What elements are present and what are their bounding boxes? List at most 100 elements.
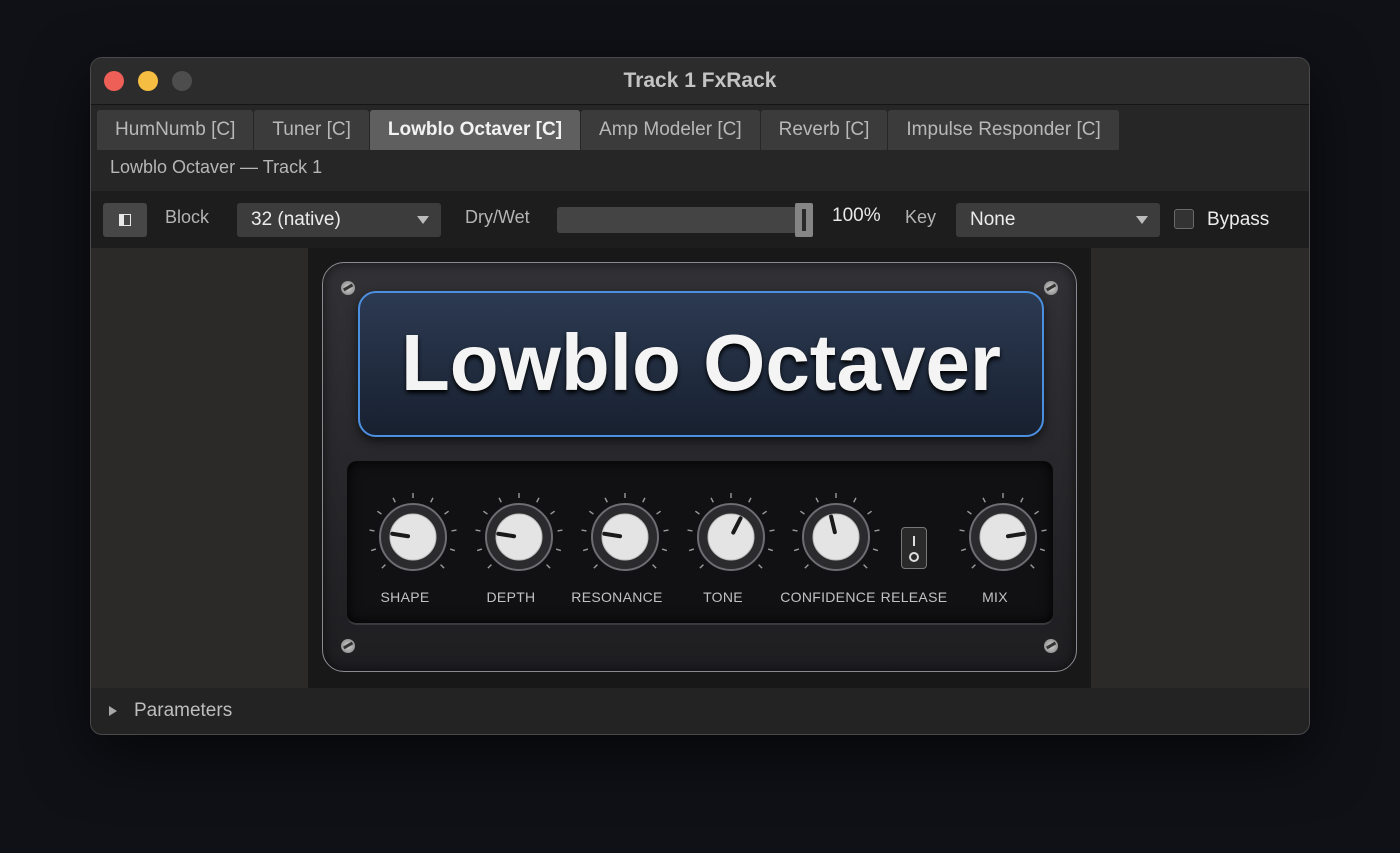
- knob-cap: [495, 513, 543, 561]
- knob-tick: [661, 548, 668, 552]
- knob-tick: [960, 548, 967, 552]
- knob-tick: [482, 510, 488, 515]
- knob-tick: [982, 497, 986, 503]
- knob-tick: [1041, 529, 1047, 532]
- knob-cap: [812, 513, 860, 561]
- knob-tick: [536, 497, 540, 503]
- knob-dial[interactable]: [369, 487, 457, 575]
- parameters-label[interactable]: Parameters: [134, 700, 232, 722]
- knob-tick: [694, 510, 700, 515]
- fxrack-window: Track 1 FxRack HumNumb [C] Tuner [C] Low…: [90, 57, 1310, 735]
- plugin-editor: Lowblo Octaver SHAPE DEPTH RESONANCE TONE CO…: [308, 248, 1091, 688]
- knob-tick: [971, 564, 976, 569]
- drywet-value: 100%: [832, 205, 881, 226]
- plugin-name: Lowblo Octaver: [400, 318, 1002, 407]
- plugin-name-display: Lowblo Octaver: [358, 291, 1044, 437]
- chevron-down-icon: [1136, 216, 1148, 224]
- key-select[interactable]: None: [956, 203, 1160, 237]
- block-size-select[interactable]: 32 (native): [237, 203, 441, 237]
- knob-tick: [799, 510, 805, 515]
- tab-tuner[interactable]: Tuner [C]: [254, 110, 369, 150]
- knob-tick: [1034, 510, 1040, 515]
- knob-pointer: [390, 531, 411, 539]
- knob-cap: [389, 513, 437, 561]
- key-label: Key: [905, 207, 937, 227]
- knob-tick: [381, 564, 386, 569]
- plugin-content: Lowblo Octaver SHAPE DEPTH RESONANCE TONE CO…: [91, 248, 1309, 688]
- drywet-slider-fill: [557, 207, 813, 233]
- plugin-toolbar: Block 32 (native) Dry/Wet 100% Key None …: [91, 191, 1309, 249]
- toggle-switch-icon[interactable]: [901, 527, 927, 569]
- knob-tick: [1030, 564, 1035, 569]
- knob-tick: [581, 529, 587, 532]
- knob-cap: [979, 513, 1027, 561]
- knob-tick: [815, 497, 819, 503]
- screw-icon: [1044, 639, 1058, 653]
- knob-tick: [546, 564, 551, 569]
- tab-amp-modeler[interactable]: Amp Modeler [C]: [581, 110, 760, 150]
- tab-lowblo-octaver[interactable]: Lowblo Octaver [C]: [369, 110, 581, 150]
- knob-tick: [652, 564, 657, 569]
- knob-cap: [707, 513, 755, 561]
- knob-tick: [804, 564, 809, 569]
- knob-tick: [593, 564, 598, 569]
- block-size-value: 32 (native): [251, 209, 341, 230]
- bypass-label[interactable]: Bypass: [1207, 209, 1269, 231]
- knob-tick: [557, 529, 563, 532]
- knob-tick: [1039, 548, 1046, 552]
- parameters-section[interactable]: Parameters: [91, 688, 1309, 734]
- knob-tick: [966, 510, 972, 515]
- knob-dial[interactable]: [687, 487, 775, 575]
- sidebar-toggle-button[interactable]: [103, 203, 147, 237]
- bypass-checkbox[interactable]: [1174, 209, 1194, 229]
- knob-cap: [601, 513, 649, 561]
- knob-tick: [430, 497, 434, 503]
- knob-tick: [699, 564, 704, 569]
- knob-tick: [582, 548, 589, 552]
- tab-reverb[interactable]: Reverb [C]: [760, 110, 888, 150]
- knob-dial[interactable]: [581, 487, 669, 575]
- drywet-slider[interactable]: [557, 203, 813, 237]
- knob-tick: [487, 564, 492, 569]
- plugin-subtitle: Lowblo Octaver — Track 1: [91, 147, 1309, 191]
- window-title: Track 1 FxRack: [623, 69, 777, 92]
- knob-tick: [853, 497, 857, 503]
- knob-tick: [376, 510, 382, 515]
- knob-tick: [758, 564, 763, 569]
- key-value: None: [970, 209, 1016, 230]
- depth-knob[interactable]: DEPTH: [461, 461, 563, 621]
- knob-pointer: [1005, 531, 1026, 539]
- mix-knob[interactable]: MIX: [945, 461, 1047, 621]
- knob-pointer: [496, 531, 517, 539]
- tab-humnumb[interactable]: HumNumb [C]: [97, 110, 254, 150]
- knob-tick: [475, 529, 481, 532]
- chevron-down-icon: [417, 216, 429, 224]
- knob-tick: [370, 548, 377, 552]
- resonance-knob[interactable]: RESONANCE: [567, 461, 669, 621]
- knob-tick: [762, 510, 768, 515]
- octaver-panel: Lowblo Octaver SHAPE DEPTH RESONANCE TONE CO…: [322, 262, 1077, 672]
- block-label: Block: [165, 207, 210, 227]
- shape-knob[interactable]: SHAPE: [355, 461, 457, 621]
- drywet-slider-thumb[interactable]: [795, 203, 813, 237]
- knob-tick: [687, 529, 693, 532]
- knob-tick: [369, 529, 375, 532]
- drywet-label: Dry/Wet: [465, 207, 530, 227]
- knob-tick: [444, 510, 450, 515]
- knob-tick: [688, 548, 695, 552]
- knob-tick: [440, 564, 445, 569]
- knob-tick: [1020, 497, 1024, 503]
- sidebar-icon: [119, 214, 131, 226]
- knob-tick: [476, 548, 483, 552]
- knob-dial[interactable]: [959, 487, 1047, 575]
- knob-tick: [748, 497, 752, 503]
- title-bar[interactable]: Track 1 FxRack: [91, 58, 1309, 105]
- plugin-tabs: HumNumb [C] Tuner [C] Lowblo Octaver [C]…: [91, 105, 1309, 150]
- knob-tick: [555, 548, 562, 552]
- tab-impulse-responder[interactable]: Impulse Responder [C]: [888, 110, 1119, 150]
- knob-tick: [959, 529, 965, 532]
- knob-dial[interactable]: [475, 487, 563, 575]
- knob-tick: [656, 510, 662, 515]
- knob-tick: [498, 497, 502, 503]
- disclosure-triangle-icon[interactable]: [109, 706, 117, 716]
